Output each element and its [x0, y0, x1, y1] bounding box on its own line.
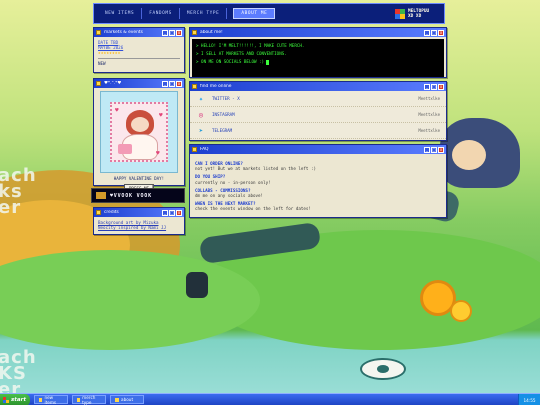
heart-icon [96, 81, 101, 86]
nav-merch-type[interactable]: MERCH TYPE [180, 8, 228, 19]
credit-line[interactable]: Neocity inspired by Nami JJ [98, 225, 180, 230]
terminal-line: > I SELL AT MARKETS AND CONVENTIONS. [196, 51, 287, 56]
social-action[interactable]: Meettxlke [418, 128, 440, 133]
social-action[interactable]: Meettxlke [418, 112, 440, 117]
faq-answer: dm me on any socials above! [195, 193, 264, 199]
window-title: ♥*.°.*♥ [104, 81, 122, 86]
event-status: NEW [98, 60, 106, 66]
divider [98, 57, 180, 59]
brand-logo[interactable]: MELTOPUU XD XD [395, 4, 447, 23]
telegram-icon: ➤ [198, 126, 204, 135]
banner-icon [96, 192, 106, 199]
minimize-button[interactable]: _ [162, 80, 168, 87]
wallpaper-bottom-text: ach KS er [0, 347, 37, 400]
close-button[interactable]: x [438, 29, 444, 36]
close-button[interactable]: x [438, 83, 444, 90]
instagram-icon: ◎ [198, 110, 204, 119]
close-button[interactable]: x [176, 80, 182, 87]
brand-name: MELTOPUU [408, 8, 430, 14]
folder-icon [39, 397, 43, 402]
terminal-icon [192, 30, 197, 35]
taskbar-button-merch-type[interactable]: merch type [72, 395, 106, 405]
valentine-titlebar[interactable]: ♥*.°.*♥ _ □ x [94, 79, 184, 88]
terminal-line: > HELLO! I'M MELT!!!!!!, I MAKE CUTE MER… [196, 43, 305, 48]
maximize-button[interactable]: □ [431, 83, 437, 90]
taskbar: start new items merch type about 14:55 [0, 393, 540, 405]
taskbar-clock[interactable]: 14:55 [518, 394, 540, 405]
question-icon [192, 147, 197, 152]
maximize-button[interactable]: □ [169, 29, 175, 36]
faq-answer: check the events window on the left for … [195, 206, 311, 212]
maximize-button[interactable]: □ [431, 29, 437, 36]
window-title: FAQ [200, 147, 209, 152]
nav-fandoms[interactable]: FANDOMS [142, 8, 180, 19]
maximize-button[interactable]: □ [431, 146, 437, 153]
minimize-button[interactable]: _ [162, 209, 168, 216]
faq-window: FAQ _ □ x CAN I ORDER ONLINE? not yet! B… [189, 144, 447, 218]
markets-events-window: markets & events _ □ x DATE TBD MAYBE 20… [93, 27, 185, 73]
find-me-online-window: find me online _ □ x ✦ TWITTER - X Meett… [189, 81, 447, 141]
window-title: find me online [200, 84, 232, 89]
windows-flag-icon [395, 8, 405, 19]
social-titlebar[interactable]: find me online _ □ x [190, 82, 446, 91]
credits-titlebar[interactable]: credits _ □ x [94, 208, 184, 217]
maximize-button[interactable]: □ [169, 80, 175, 87]
close-button[interactable]: x [176, 29, 182, 36]
markets-titlebar[interactable]: markets & events _ □ x [94, 28, 184, 37]
taskbar-button-about[interactable]: about [110, 395, 144, 404]
about-me-window: about me! _ □ x > HELLO! I'M MELT!!!!!!,… [189, 27, 447, 78]
minimize-button[interactable]: _ [424, 146, 430, 153]
credits-window: credits _ □ x Background art by Mizuka N… [93, 207, 185, 235]
window-title: credits [104, 210, 119, 215]
taskbar-button-new-items[interactable]: new items [34, 395, 68, 405]
window-title: about me! [200, 30, 223, 35]
terminal-line: > ON ME ON SOCIALS BELOW :) [196, 58, 440, 66]
terminal-output: > HELLO! I'M MELT!!!!!!, I MAKE CUTE MER… [192, 39, 444, 77]
folder-icon [96, 30, 101, 35]
valentine-illustration: ♥ ♥ ♥ [110, 102, 168, 162]
minimize-button[interactable]: _ [162, 29, 168, 36]
marquee-banner: ♥VVOOK VOOK [91, 188, 185, 203]
info-icon [96, 210, 101, 215]
social-name: TELEGRAM [212, 128, 233, 133]
faq-answer: currently no - in-person only! [195, 179, 271, 185]
nav-about-me[interactable]: ABOUT ME [233, 8, 276, 19]
social-action[interactable]: Meettxlke [418, 96, 440, 101]
social-link-twitter[interactable]: ✦ TWITTER - X Meettxlke [190, 91, 446, 107]
minimize-button[interactable]: _ [424, 29, 430, 36]
about-titlebar[interactable]: about me! _ □ x [190, 28, 446, 37]
valentine-card: ♥ ♥ ♥ [100, 91, 178, 173]
top-navigation: NEW ITEMS FANDOMS MERCH TYPE ABOUT ME [93, 3, 445, 24]
text-cursor [266, 59, 270, 65]
social-name: TWITTER - X [212, 96, 240, 101]
folder-icon [115, 397, 119, 402]
wallpaper-left-text: ach ks er [0, 165, 37, 218]
brand-subtitle: XD XD [408, 13, 422, 19]
faq-answer: not yet! But we at markets listed on the… [195, 166, 317, 172]
windows-logo-icon [3, 396, 9, 403]
twitter-icon: ✦ [198, 94, 204, 103]
faq-titlebar[interactable]: FAQ _ □ x [190, 145, 446, 154]
window-title: markets & events [104, 30, 143, 35]
folder-icon [77, 397, 81, 402]
social-link-instagram[interactable]: ◎ INSTAGRAM Meettxlke [190, 107, 446, 123]
minimize-button[interactable]: _ [424, 83, 430, 90]
valentine-window: ♥*.°.*♥ _ □ x ♥ ♥ ♥ HAPPY VALENTINE DAY!… [93, 78, 185, 192]
stars-divider: ★★★★★★★★ [98, 50, 121, 56]
start-button[interactable]: start [0, 393, 30, 405]
close-button[interactable]: x [438, 146, 444, 153]
social-name: INSTAGRAM [212, 112, 235, 117]
social-link-telegram[interactable]: ➤ TELEGRAM Meettxlke [190, 123, 446, 139]
maximize-button[interactable]: □ [169, 209, 175, 216]
valentine-caption: HAPPY VALENTINE DAY! [113, 176, 165, 181]
close-button[interactable]: x [176, 209, 182, 216]
globe-icon [192, 84, 197, 89]
banner-text: ♥VVOOK VOOK [110, 192, 152, 199]
nav-new-items[interactable]: NEW ITEMS [98, 8, 143, 19]
